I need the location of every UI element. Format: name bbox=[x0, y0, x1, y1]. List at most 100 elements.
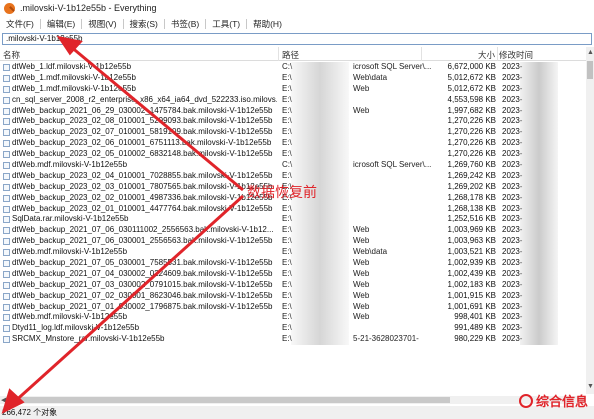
redacted-path-area bbox=[291, 62, 349, 73]
menu-edit[interactable]: 编辑(E) bbox=[41, 18, 81, 30]
horizontal-scroll-thumb[interactable] bbox=[10, 397, 450, 403]
file-path-tail: Web\data bbox=[353, 247, 388, 257]
redacted-path-area bbox=[291, 290, 349, 302]
file-name: dtWeb_backup_2021_07_06_030001_2556563.b… bbox=[12, 236, 273, 246]
table-row[interactable]: dtWeb_backup_2021_07_06_030001_2556563.b… bbox=[0, 236, 586, 248]
redacted-date-area bbox=[520, 72, 558, 84]
redacted-date-area bbox=[520, 203, 558, 215]
redacted-date-area bbox=[520, 127, 558, 139]
column-divider[interactable] bbox=[278, 47, 279, 61]
table-row[interactable]: dtWeb_backup_2021_07_04_030002_0224609.b… bbox=[0, 268, 586, 280]
file-path-tail: Web bbox=[353, 83, 370, 93]
window-title: .milovski-V-1b12e55b - Everything bbox=[20, 3, 157, 13]
menu-tools[interactable]: 工具(T) bbox=[206, 18, 246, 30]
redacted-path-area bbox=[291, 236, 349, 248]
menu-bookmarks[interactable]: 书签(B) bbox=[165, 18, 205, 30]
redacted-path-area bbox=[291, 160, 349, 171]
menu-help[interactable]: 帮助(H) bbox=[247, 18, 288, 30]
title-bar: .milovski-V-1b12e55b - Everything bbox=[0, 0, 594, 16]
file-name: dtWeb_backup_2023_02_07_010001_5819109.b… bbox=[12, 127, 273, 137]
redacted-path-area bbox=[291, 203, 349, 215]
redacted-date-area bbox=[520, 301, 558, 313]
vertical-scroll-thumb[interactable] bbox=[587, 61, 593, 79]
table-row[interactable]: SRCMX_Mnstore_rar.milovski-V-1b12e55b E:\… bbox=[0, 334, 586, 346]
redacted-date-area bbox=[520, 268, 558, 280]
file-icon bbox=[3, 205, 10, 213]
table-row[interactable]: dtWeb_backup_2023_02_06_010001_6751113.b… bbox=[0, 138, 586, 150]
table-row[interactable]: dtWeb_backup_2023_02_07_010001_5819109.b… bbox=[0, 127, 586, 139]
watermark-logo-icon bbox=[518, 393, 533, 408]
redacted-date-area bbox=[520, 62, 558, 73]
redacted-date-area bbox=[520, 149, 558, 161]
file-icon bbox=[3, 118, 10, 126]
redacted-date-area bbox=[520, 181, 558, 193]
table-row[interactable]: dtWeb_backup_2021_07_01_030002_1796875.b… bbox=[0, 301, 586, 313]
table-row[interactable]: Dtyd11_log.ldf.milovski-V-1b12e55b E:\ 991… bbox=[0, 323, 586, 335]
redacted-path-area bbox=[291, 170, 349, 182]
table-row[interactable]: dtWeb_backup_2021_07_03_030002_0791015.b… bbox=[0, 279, 586, 291]
file-icon bbox=[3, 325, 10, 333]
file-name: dtWeb_backup_2021_07_03_030002_0791015.b… bbox=[12, 279, 273, 289]
table-row[interactable]: dtWeb_backup_2023_02_05_010002_6832148.b… bbox=[0, 149, 586, 161]
table-row[interactable]: dtWeb_backup_2021_07_05_030001_7585531.b… bbox=[0, 258, 586, 269]
file-icon bbox=[3, 151, 10, 159]
table-row[interactable]: dtWeb_backup_2021_07_06_030111002_255656… bbox=[0, 225, 586, 237]
redacted-date-area bbox=[520, 312, 558, 324]
file-name: dtWeb_backup_2021_07_06_030111002_255656… bbox=[12, 225, 274, 235]
redacted-date-area bbox=[520, 170, 558, 182]
file-icon bbox=[3, 336, 10, 344]
menu-search[interactable]: 搜索(S) bbox=[124, 18, 164, 30]
file-size: 1,002,439 KB bbox=[447, 268, 496, 278]
table-row[interactable]: cn_sql_server_2008_r2_enterprise_x86_x64… bbox=[0, 94, 586, 106]
menu-file[interactable]: 文件(F) bbox=[0, 18, 40, 30]
horizontal-scrollbar[interactable]: ◀ bbox=[0, 396, 586, 404]
table-row[interactable]: dtWeb_backup_2021_07_02_030001_8623046.b… bbox=[0, 290, 586, 302]
file-path-tail: Web bbox=[353, 312, 370, 322]
file-size: 1,002,939 KB bbox=[447, 258, 496, 268]
file-path-tail: Web\data bbox=[353, 72, 388, 82]
file-path-tail: Web bbox=[353, 236, 370, 246]
file-size: 998,401 KB bbox=[454, 312, 496, 322]
scroll-down-icon[interactable]: ▼ bbox=[587, 383, 594, 390]
table-row[interactable]: dtWeb_backup_2023_02_08_010001_5299093.b… bbox=[0, 116, 586, 128]
table-row[interactable]: dtWeb_1.ldf.milovski-V-1b12e55b C:\ icroso… bbox=[0, 62, 586, 73]
column-size-header[interactable]: 大小 bbox=[478, 49, 495, 61]
file-size: 1,270,226 KB bbox=[447, 127, 496, 137]
redacted-date-area bbox=[520, 247, 558, 259]
vertical-scrollbar[interactable]: ▲ ▼ bbox=[586, 47, 594, 394]
table-row[interactable]: dtWeb_backup_2021_06_29_030002_1475784.b… bbox=[0, 105, 586, 117]
column-date-header[interactable]: 修改时间 bbox=[499, 49, 533, 61]
table-row[interactable]: dtWeb_1.mdf.milovski-V-1b12e55b E:\ Web 5,0… bbox=[0, 83, 586, 95]
scroll-left-icon[interactable]: ◀ bbox=[1, 396, 6, 404]
redacted-path-area bbox=[291, 268, 349, 280]
file-size: 1,270,226 KB bbox=[447, 116, 496, 126]
menu-view[interactable]: 视图(V) bbox=[82, 18, 122, 30]
file-icon bbox=[3, 129, 10, 137]
file-name: dtWeb_backup_2021_06_29_030002_1475784.b… bbox=[12, 105, 273, 115]
column-name-header[interactable]: 名称 bbox=[3, 49, 20, 61]
column-divider[interactable] bbox=[497, 47, 498, 61]
scroll-up-icon[interactable]: ▲ bbox=[587, 49, 594, 56]
column-path-header[interactable]: 路径 bbox=[282, 49, 299, 61]
column-divider[interactable] bbox=[421, 47, 422, 61]
redacted-date-area bbox=[520, 192, 558, 204]
table-row[interactable]: SqlData.rar.milovski-V-1b12e55b E:\ 1,252,… bbox=[0, 214, 586, 226]
redacted-path-area bbox=[291, 301, 349, 313]
file-icon bbox=[3, 260, 10, 268]
file-size: 1,001,915 KB bbox=[447, 290, 496, 300]
table-row[interactable]: dtWeb.mdf.milovski-V-1b12e55b C:\ icrosoft… bbox=[0, 160, 586, 171]
table-row[interactable]: dtWeb_backup_2023_02_01_010001_4477764.b… bbox=[0, 203, 586, 215]
redacted-path-area bbox=[291, 72, 349, 84]
file-icon bbox=[3, 96, 10, 104]
file-icon bbox=[3, 107, 10, 115]
file-size: 4,553,598 KB bbox=[447, 94, 496, 104]
file-size: 980,229 KB bbox=[454, 334, 496, 344]
table-row[interactable]: dtWeb.mdf.milovski-V-1b12e55b E:\ Web\data… bbox=[0, 247, 586, 259]
table-row[interactable]: dtWeb.mdf.milovski-V-1b12e55b E:\ Web 998,4… bbox=[0, 312, 586, 324]
file-size: 6,672,000 KB bbox=[447, 62, 496, 71]
table-row[interactable]: dtWeb_backup_2023_02_04_010001_7028855.b… bbox=[0, 170, 586, 182]
file-size: 1,270,226 KB bbox=[447, 149, 496, 159]
table-row[interactable]: dtWeb_1.mdf.milovski-V-1b12e55b E:\ Web\da… bbox=[0, 72, 586, 84]
file-path-tail: Web bbox=[353, 290, 370, 300]
search-input[interactable]: .milovski-V-1b12e55b bbox=[2, 33, 592, 45]
